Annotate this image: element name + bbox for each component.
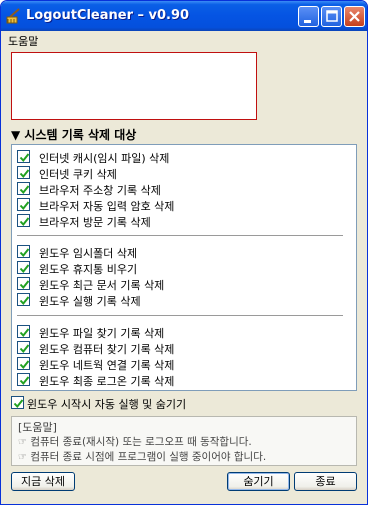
help-line: ☞ 컴퓨터 종료 시점에 프로그램이 실행 중이어야 합니다.	[18, 449, 266, 464]
checkmark-icon	[19, 248, 30, 258]
checkmark-icon	[19, 201, 30, 211]
list-item[interactable]: 브라우저 주소창 기록 삭제	[12, 180, 356, 197]
hide-button[interactable]: 숨기기	[227, 472, 290, 491]
checkmark-icon	[19, 328, 30, 338]
list-item[interactable]: 인터넷 캐시(임시 파일) 삭제	[12, 148, 356, 165]
help-line: ☞ 컴퓨터 종료(재시작) 또는 로그오프 때 동작합니다.	[18, 434, 252, 449]
checkmark-icon	[19, 296, 30, 306]
startup-option-label: 윈도우 시작시 자동 실행 및 숨기기	[27, 398, 187, 411]
cleanup-target-list: 인터넷 캐시(임시 파일) 삭제 인터넷 쿠키 삭제 브라우저 주소창 기록 삭…	[11, 144, 357, 391]
checkbox[interactable]	[17, 373, 30, 386]
list-item[interactable]: 브라우저 방문 기록 삭제	[12, 212, 356, 229]
window-title: LogoutCleaner – v0.90	[26, 8, 190, 23]
checkbox[interactable]	[17, 245, 30, 258]
checkmark-icon	[19, 360, 30, 370]
maximize-button[interactable]	[321, 6, 342, 27]
menu-bar: 도움말	[1, 31, 367, 48]
hand-pointer-icon: ☞	[18, 437, 27, 448]
checkmark-icon	[19, 344, 30, 354]
checkbox[interactable]	[17, 325, 30, 338]
checkbox[interactable]	[17, 166, 30, 179]
app-window: LogoutCleaner – v0.90 도움말 ▼ 시스템 기록 삭제 대상…	[0, 0, 368, 505]
checkbox[interactable]	[17, 277, 30, 290]
delete-now-button[interactable]: 지금 삭제	[11, 472, 75, 491]
hand-pointer-icon: ☞	[18, 452, 27, 463]
list-item[interactable]: 브라우저 자동 입력 암호 삭제	[12, 196, 356, 213]
startup-checkbox[interactable]	[11, 396, 24, 409]
checkbox[interactable]	[17, 341, 30, 354]
checkmark-icon	[19, 217, 30, 227]
list-item[interactable]: 윈도우 네트웍 연결 기록 삭제	[12, 355, 356, 372]
checkmark-icon	[19, 264, 30, 274]
list-item[interactable]: 윈도우 임시폴더 삭제	[12, 243, 356, 260]
group-divider	[17, 235, 343, 237]
list-item-label: 윈도우 최종 로그온 기록 삭제	[39, 375, 175, 388]
checkbox[interactable]	[17, 357, 30, 370]
checkbox[interactable]	[17, 150, 30, 163]
minimize-icon	[304, 20, 311, 23]
checkmark-icon	[13, 399, 24, 409]
list-item[interactable]: 윈도우 파일 찾기 기록 삭제	[12, 323, 356, 340]
checkmark-icon	[19, 280, 30, 290]
menu-help[interactable]: 도움말	[8, 33, 38, 49]
checkbox[interactable]	[17, 198, 30, 211]
checkbox[interactable]	[17, 214, 30, 227]
list-item[interactable]: 윈도우 휴지통 비우기	[12, 259, 356, 276]
list-item-label: 윈도우 실행 기록 삭제	[39, 295, 141, 308]
list-item[interactable]: 인터넷 쿠키 삭제	[12, 164, 356, 181]
minimize-button[interactable]	[298, 6, 319, 27]
checkbox[interactable]	[17, 261, 30, 274]
list-item[interactable]: 윈도우 최근 문서 기록 삭제	[12, 275, 356, 292]
maximize-icon	[326, 10, 338, 22]
group-divider	[17, 315, 343, 317]
checkmark-icon	[19, 376, 30, 386]
checkbox[interactable]	[17, 182, 30, 195]
checkmark-icon	[19, 153, 30, 163]
checkmark-icon	[19, 169, 30, 179]
section-title: ▼ 시스템 기록 삭제 대상	[11, 128, 137, 142]
help-line-text: 컴퓨터 종료 시점에 프로그램이 실행 중이어야 합니다.	[30, 451, 267, 463]
list-item[interactable]: 윈도우 컴퓨터 찾기 기록 삭제	[12, 339, 356, 356]
help-panel: [도움말] ☞ 컴퓨터 종료(재시작) 또는 로그오프 때 동작합니다. ☞ 컴…	[11, 416, 357, 466]
startup-option[interactable]: 윈도우 시작시 자동 실행 및 숨기기	[11, 396, 351, 411]
broom-app-icon	[6, 8, 20, 24]
close-icon	[349, 11, 360, 22]
list-item[interactable]: 윈도우 최종 로그온 기록 삭제	[12, 371, 356, 388]
help-line-text: 컴퓨터 종료(재시작) 또는 로그오프 때 동작합니다.	[30, 436, 252, 448]
title-bar[interactable]: LogoutCleaner – v0.90	[1, 1, 367, 31]
checkbox[interactable]	[17, 293, 30, 306]
close-button[interactable]	[344, 6, 365, 27]
list-item-label: 브라우저 방문 기록 삭제	[39, 216, 151, 229]
banner-area	[11, 52, 257, 120]
checkmark-icon	[19, 185, 30, 195]
list-item[interactable]: 윈도우 실행 기록 삭제	[12, 291, 356, 308]
help-title: [도움말]	[18, 421, 57, 434]
exit-button[interactable]: 종료	[294, 472, 357, 491]
